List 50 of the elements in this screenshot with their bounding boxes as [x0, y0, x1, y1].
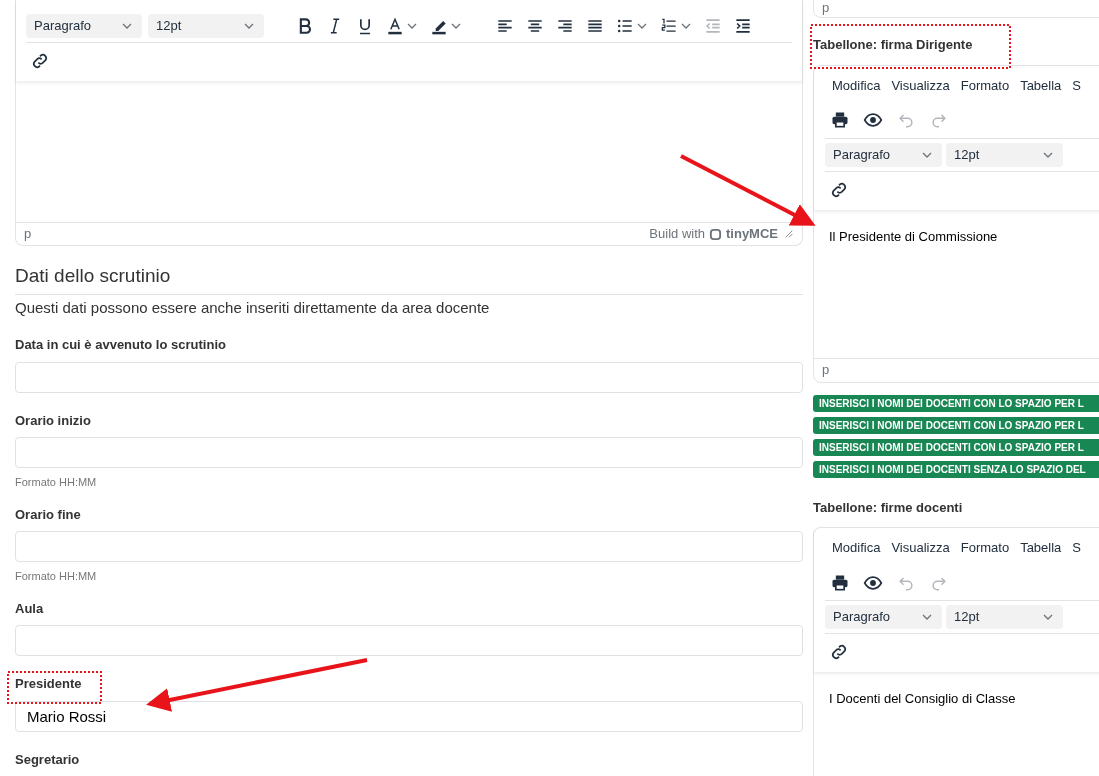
element-path[interactable]: p	[822, 0, 830, 16]
menu-item[interactable]: Tabella	[1020, 538, 1062, 558]
brand-logo-icon	[709, 227, 722, 241]
menu-item[interactable]: Formato	[960, 538, 1010, 558]
field-label: Segretario	[15, 750, 80, 769]
element-path[interactable]: p	[24, 224, 32, 244]
element-path[interactable]: p	[822, 360, 830, 380]
menu-item[interactable]: Formato	[960, 75, 1010, 96]
field-label: Presidente	[15, 675, 82, 693]
format-dropdown[interactable]: 12pt	[148, 13, 264, 38]
format-dropdown[interactable]: Paragrafo	[825, 605, 942, 629]
section-title: Dati dello scrutinio	[15, 262, 803, 295]
editor-text: I Docenti del Consiglio di Classe	[829, 690, 1017, 708]
link-icon	[30, 51, 50, 71]
menu-item[interactable]: Modifica	[832, 75, 881, 96]
help-text: Formato HH:MM	[15, 569, 98, 584]
editor-title: Tabellone: firme docenti	[813, 498, 964, 517]
insert-names-button[interactable]: INSERISCI I NOMI DEI DOCENTI SENZA LO SPAZIO DEL	[813, 460, 1099, 478]
format-dropdown[interactable]: Paragrafo	[26, 13, 142, 38]
text-input[interactable]: Mario Rossi	[15, 700, 803, 732]
menu-item[interactable]: S	[1072, 538, 1081, 558]
field-label: Orario inizio	[15, 411, 91, 430]
format-dropdown[interactable]: 12pt	[946, 142, 1063, 167]
editor-title: Tabellone: firma Dirigente	[813, 36, 974, 54]
editor-text: Il Presidente di Commissione	[829, 227, 999, 246]
format-dropdown[interactable]: Paragrafo	[825, 142, 942, 167]
insert-names-button[interactable]: INSERISCI I NOMI DEI DOCENTI CON LO SPAZIO PER L	[813, 416, 1099, 434]
text-input[interactable]	[15, 625, 803, 656]
section-description: Questi dati possono essere anche inseriti direttamente da area docente	[15, 297, 491, 318]
format-dropdown[interactable]: 12pt	[946, 605, 1063, 629]
menu-item[interactable]: S	[1072, 75, 1081, 96]
insert-names-button[interactable]: INSERISCI I NOMI DEI DOCENTI CON LO SPAZIO PER L	[813, 394, 1099, 412]
insert-names-button[interactable]: INSERISCI I NOMI DEI DOCENTI CON LO SPAZIO PER L	[813, 438, 1099, 456]
field-label: Data in cui è avvenuto lo scrutinio	[15, 336, 226, 354]
field-label: Orario fine	[15, 505, 81, 524]
printer-icon	[830, 110, 850, 130]
menu-item[interactable]: Visualizza	[891, 538, 950, 558]
eye-icon	[863, 110, 883, 130]
link-icon	[829, 642, 849, 662]
text-input[interactable]	[15, 531, 803, 562]
menu-item[interactable]: Tabella	[1020, 75, 1062, 96]
text-input[interactable]	[15, 361, 803, 393]
resize-handle-icon	[784, 229, 794, 239]
branding-text: Build with	[649, 225, 705, 244]
brand-name: tinyMCE	[726, 225, 778, 244]
menu-item[interactable]: Visualizza	[891, 75, 950, 96]
help-text: Formato HH:MM	[15, 475, 98, 490]
field-label: Aula	[15, 599, 44, 618]
menu-item[interactable]: Modifica	[832, 538, 881, 558]
text-input[interactable]	[15, 437, 803, 468]
